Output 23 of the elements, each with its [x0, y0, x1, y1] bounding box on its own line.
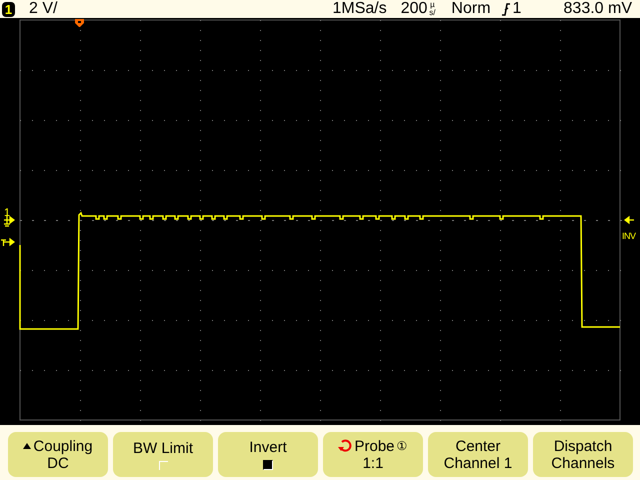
rising-edge-icon	[500, 2, 511, 16]
channel-marker-label: 1	[4, 208, 10, 219]
sample-rate: 1MSa/s	[332, 0, 387, 18]
invert-label: INV	[622, 231, 636, 242]
channel-badge: 1	[2, 2, 15, 16]
softkey[interactable]: Dispatch Channels	[533, 432, 633, 477]
menu-up-icon	[23, 443, 32, 449]
rotate-icon	[338, 439, 352, 453]
trigger-level: 833.0 mV	[564, 0, 632, 18]
softkey[interactable]: Center Channel 1	[428, 432, 528, 477]
softkey[interactable]: BW Limit	[113, 432, 213, 477]
trigger-mode: Norm	[451, 0, 491, 18]
time-scale: 200	[400, 0, 428, 18]
ground-arrow-icon	[3, 215, 15, 227]
vertical-scale: 2 V/	[29, 0, 58, 18]
trigger-source: 1	[512, 0, 522, 18]
softkey[interactable]: Coupling DC	[8, 432, 108, 477]
left-arrow-icon	[624, 216, 634, 224]
trigger-position-icon	[75, 19, 84, 27]
softkey[interactable]: Probe ① 1:1	[323, 432, 423, 477]
softkey[interactable]: Invert	[218, 432, 318, 477]
time-unit: µs/	[428, 1, 437, 17]
trigger-level-icon	[0, 238, 15, 247]
